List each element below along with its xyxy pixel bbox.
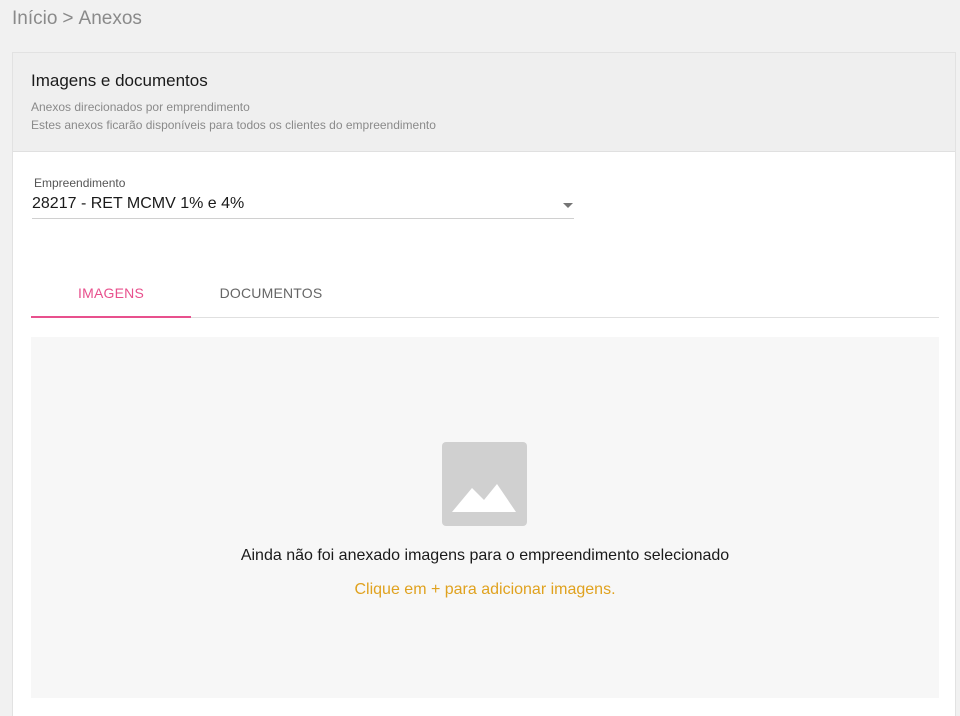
dropdown-arrow-icon	[563, 203, 573, 208]
image-placeholder-icon	[442, 442, 527, 526]
card-header: Imagens e documentos Anexos direcionados…	[13, 53, 955, 152]
empty-state-message: Ainda não foi anexado imagens para o emp…	[240, 547, 730, 564]
header-subtitle-2: Estes anexos ficarão disponíveis para to…	[31, 118, 436, 132]
breadcrumb-separator: >	[62, 8, 74, 29]
tab-documentos[interactable]: DOCUMENTOS	[191, 279, 351, 318]
attachments-card: Imagens e documentos Anexos direcionados…	[12, 52, 956, 716]
attachment-tabs: IMAGENS DOCUMENTOS	[31, 279, 939, 318]
empty-state-panel: Ainda não foi anexado imagens para o emp…	[31, 337, 939, 698]
empreendimento-select-value: 28217 - RET MCMV 1% e 4%	[32, 195, 245, 212]
empreendimento-select[interactable]: Empreendimento 28217 - RET MCMV 1% e 4%	[32, 176, 574, 219]
page-title: Imagens e documentos	[31, 71, 208, 90]
breadcrumb-home-link[interactable]: Início	[12, 8, 57, 30]
breadcrumb: Início > Anexos	[12, 8, 142, 30]
breadcrumb-current: Anexos	[78, 8, 142, 29]
empreendimento-select-label: Empreendimento	[34, 176, 126, 190]
header-subtitle-1: Anexos direcionados por emprendimento	[31, 100, 250, 114]
empty-state-hint: Clique em + para adicionar imagens.	[354, 581, 616, 598]
tab-imagens[interactable]: IMAGENS	[31, 279, 191, 318]
